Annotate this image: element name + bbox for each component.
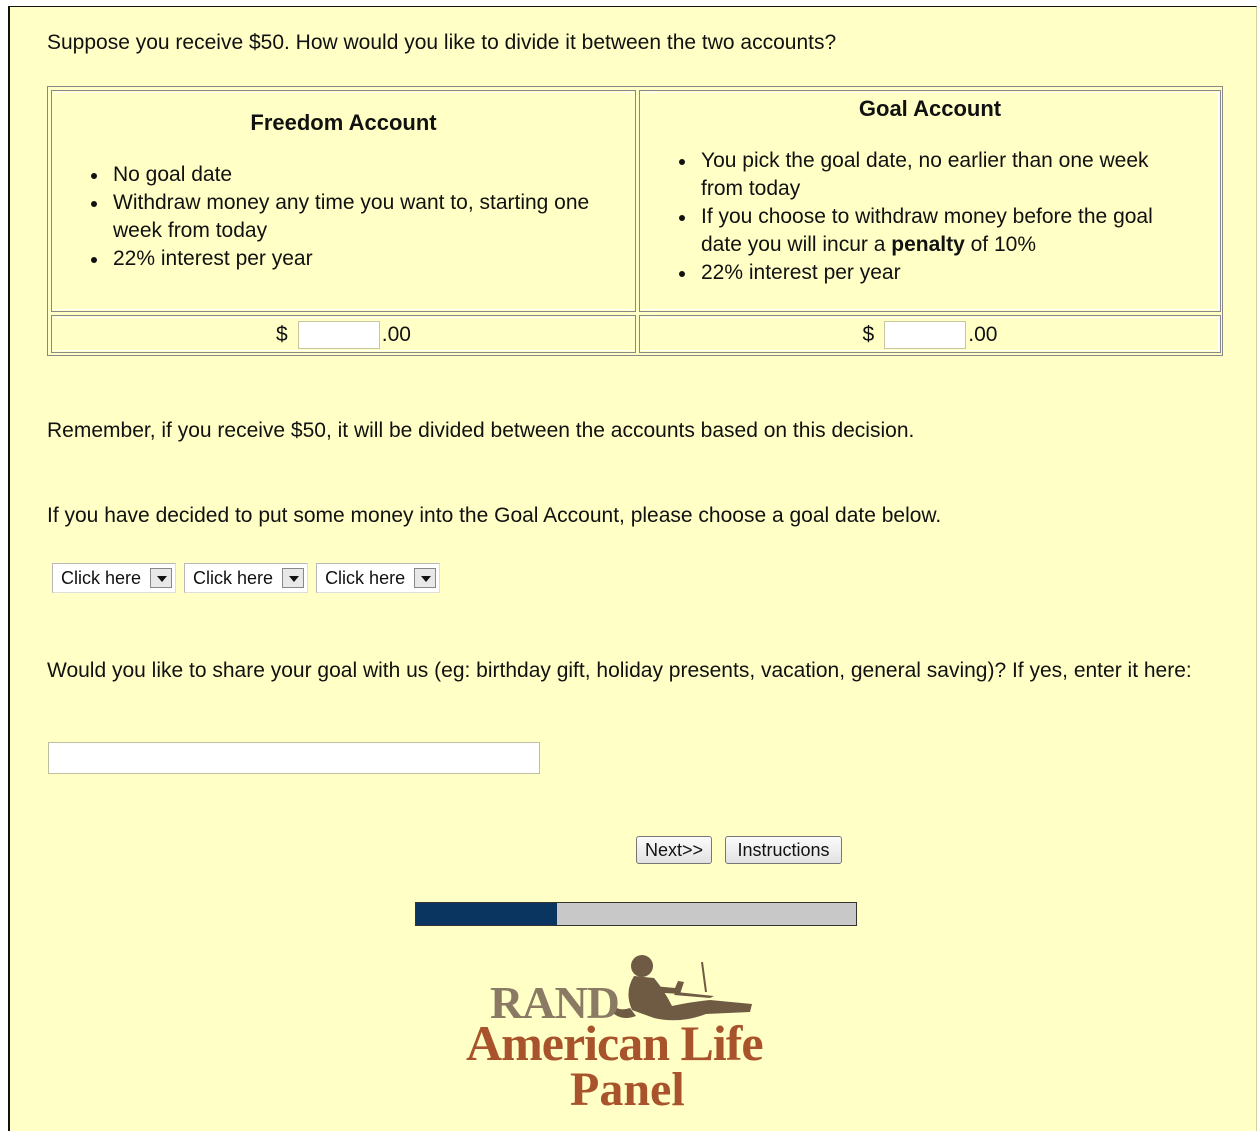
instructions-button[interactable]: Instructions	[725, 836, 842, 864]
reminder-text: Remember, if you receive $50, it will be…	[47, 419, 915, 442]
freedom-amount-cell: $ .00	[51, 315, 636, 353]
penalty-text-after: of 10%	[964, 233, 1037, 256]
goal-day-select-label: Click here	[193, 568, 274, 588]
freedom-dollar-sign: $	[276, 323, 288, 346]
goal-account-title: Goal Account	[858, 96, 1002, 121]
goal-date-prompt: If you have decided to put some money in…	[47, 504, 942, 527]
freedom-account-features: No goal date Withdraw money any time you…	[87, 161, 607, 273]
share-goal-input[interactable]	[48, 742, 540, 774]
rand-alp-logo: RAND American Life Panel	[460, 952, 800, 1116]
goal-cents-suffix: .00	[968, 323, 998, 346]
goal-day-select[interactable]: Click here	[184, 563, 309, 593]
share-goal-prompt: Would you like to share your goal with u…	[47, 659, 1192, 682]
goal-year-select-label: Click here	[325, 568, 406, 588]
goal-feature-item: 22% interest per year	[675, 259, 1195, 287]
goal-feature-item: You pick the goal date, no earlier than …	[675, 147, 1195, 203]
goal-month-select-label: Click here	[61, 568, 142, 588]
chevron-down-icon[interactable]	[282, 568, 305, 588]
allocation-question: Suppose you receive $50. How would you l…	[47, 31, 837, 54]
goal-date-selects: Click here Click here Click here	[52, 563, 441, 593]
goal-feature-item: If you choose to withdraw money before t…	[675, 203, 1195, 259]
goal-account-cell: Goal Account You pick the goal date, no …	[639, 90, 1221, 312]
chevron-down-icon[interactable]	[414, 568, 437, 588]
penalty-emphasis: penalty	[891, 233, 965, 256]
goal-month-select[interactable]: Click here	[52, 563, 177, 593]
survey-page: Suppose you receive $50. How would you l…	[8, 6, 1257, 1131]
freedom-amount-input[interactable]	[297, 321, 380, 349]
freedom-feature-item: 22% interest per year	[87, 245, 607, 273]
chevron-down-icon[interactable]	[150, 568, 173, 588]
accounts-table: Freedom Account No goal date Withdraw mo…	[47, 86, 1223, 356]
goal-amount-cell: $ .00	[639, 315, 1221, 353]
freedom-account-title: Freedom Account	[250, 110, 437, 135]
freedom-account-cell: Freedom Account No goal date Withdraw mo…	[51, 90, 636, 312]
freedom-cents-suffix: .00	[381, 323, 411, 346]
goal-account-features: You pick the goal date, no earlier than …	[675, 147, 1195, 287]
progress-bar-fill	[416, 903, 557, 925]
progress-bar	[415, 902, 857, 926]
logo-panel-text: Panel	[570, 1063, 685, 1116]
next-button[interactable]: Next>>	[636, 836, 712, 864]
freedom-feature-item: Withdraw money any time you want to, sta…	[87, 189, 607, 245]
goal-dollar-sign: $	[862, 323, 875, 346]
goal-year-select[interactable]: Click here	[316, 563, 441, 593]
goal-amount-input[interactable]	[884, 321, 967, 349]
freedom-feature-item: No goal date	[87, 161, 607, 189]
